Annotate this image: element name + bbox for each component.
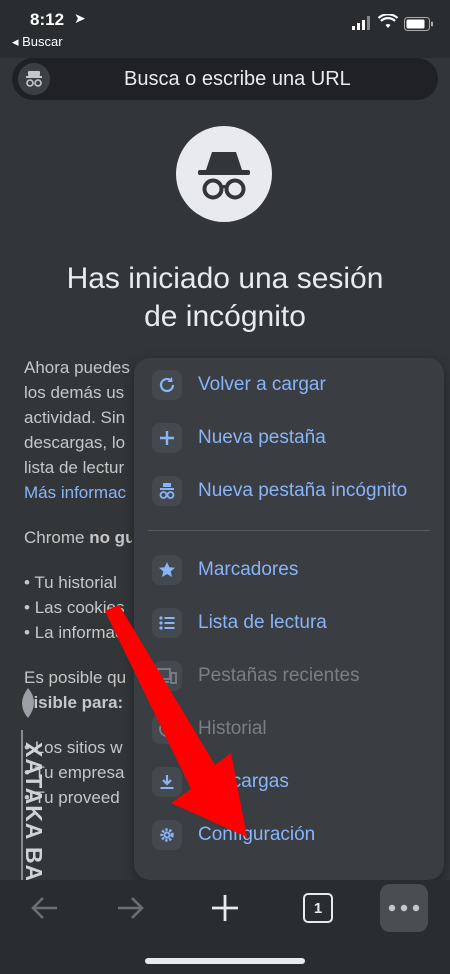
back-button[interactable] (20, 884, 68, 932)
more-menu-button[interactable] (380, 884, 428, 932)
incognito-icon (176, 126, 272, 222)
menu-divider (148, 530, 430, 531)
menu-item-label: Nueva pestaña (198, 427, 326, 448)
title-line-1: Has iniciado una sesión (66, 262, 384, 295)
status-time: 8:12 (30, 10, 65, 29)
red-arrow-annotation (105, 605, 247, 837)
reload-icon (152, 370, 182, 400)
incognito-badge-icon (18, 63, 50, 95)
signal-icon (352, 16, 370, 30)
menu-item-new-incognito-tab[interactable]: Nueva pestaña incógnito (152, 474, 432, 508)
new-tab-button[interactable] (201, 884, 249, 932)
menu-item-reload[interactable]: Volver a cargar (152, 368, 432, 402)
menu-item-label: Volver a cargar (198, 374, 326, 395)
menu-item-label: Nueva pestaña incógnito (198, 480, 408, 501)
back-to-search-link[interactable]: ◂ Buscar (12, 34, 63, 50)
menu-item-new-tab[interactable]: Nueva pestaña (152, 421, 432, 455)
location-icon: ➤ (74, 10, 86, 26)
status-bar: 8:12 ➤ ◂ Buscar (0, 0, 450, 58)
more-dots-icon (388, 904, 420, 912)
body-line: Ahora puedes (24, 358, 130, 377)
url-placeholder[interactable]: Busca o escribe una URL (124, 68, 351, 91)
body-line: los demás us (24, 383, 125, 402)
home-indicator (145, 958, 305, 964)
bullet-item: • Tu historial (24, 573, 117, 592)
body-line: actividad. Sin (24, 408, 126, 427)
chrome-line: Chrome no gu (24, 528, 132, 547)
tab-count: 1 (303, 893, 333, 923)
menu-item-label: Marcadores (198, 559, 299, 580)
plus-icon (152, 423, 182, 453)
wifi-icon (378, 14, 398, 28)
body-line: descargas, lo (24, 433, 126, 452)
incognito-title: Has iniciado una sesión de incógnito (30, 260, 420, 336)
star-icon (152, 555, 182, 585)
body-line: lista de lectur (24, 458, 125, 477)
tab-switcher-button[interactable]: 1 (294, 884, 342, 932)
incognito-icon (152, 476, 182, 506)
forward-button[interactable] (107, 884, 155, 932)
battery-icon (404, 17, 433, 31)
url-bar[interactable]: Busca o escribe una URL (12, 58, 438, 100)
menu-item-bookmarks[interactable]: Marcadores (152, 553, 432, 587)
title-line-2: de incógnito (144, 300, 306, 333)
learn-more-link[interactable]: Más informac (24, 480, 132, 505)
